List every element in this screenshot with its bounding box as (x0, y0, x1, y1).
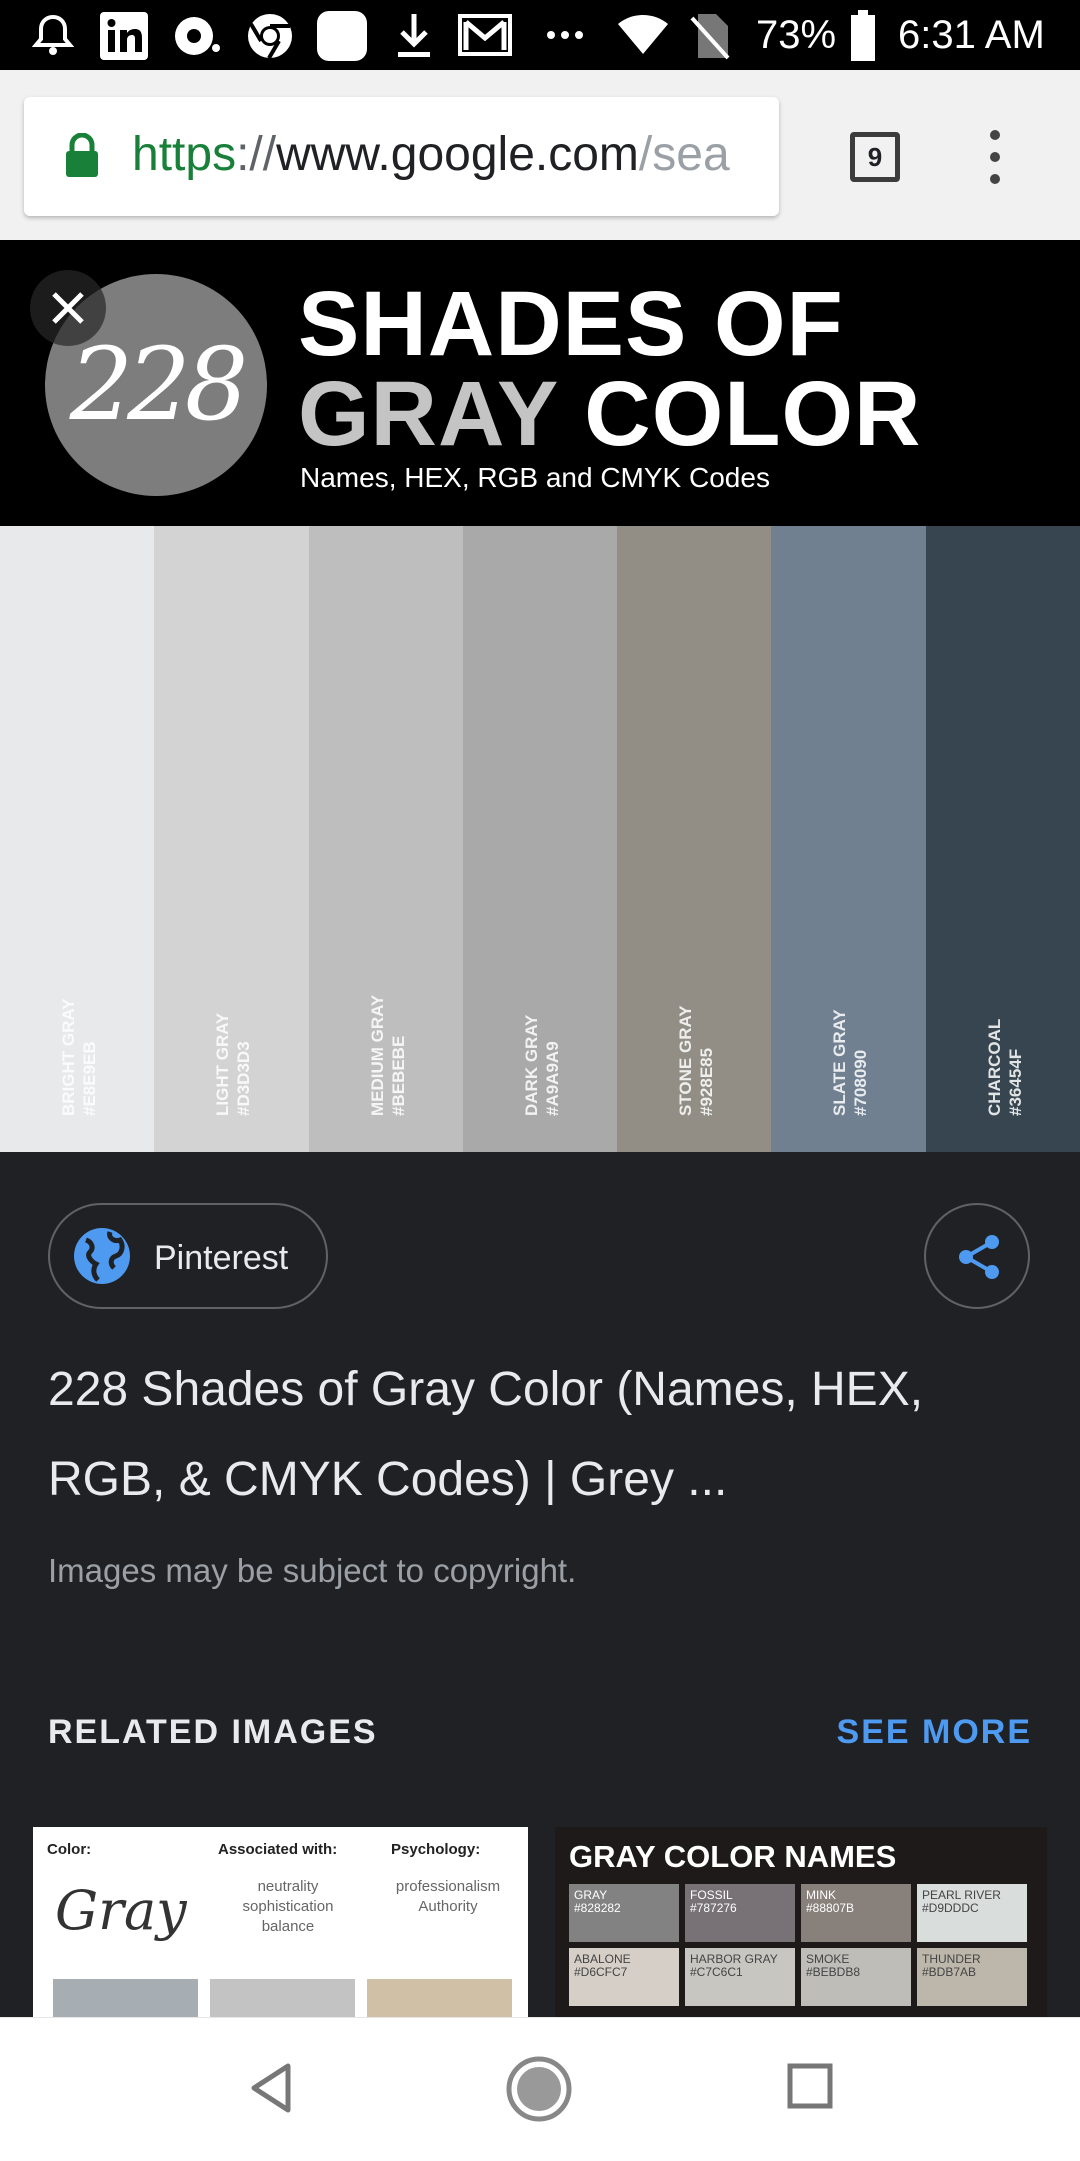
swatch-label: CHARCOAL #36454F (984, 1018, 1025, 1116)
notification-bell-icon (31, 14, 75, 55)
thumb-color-cell: HARBOR GRAY #C7C6C1 (685, 1948, 795, 2006)
swatch-label: LIGHT GRAY #D3D3D3 (213, 1012, 254, 1116)
source-name: Pinterest (154, 1239, 289, 1277)
url-host: www.google.com (276, 128, 639, 181)
swatch-dark-gray: DARK GRAY #A9A9A9 (462, 526, 618, 1152)
battery-icon (851, 10, 875, 61)
system-navigation-bar (0, 2017, 1080, 2161)
related-image-1[interactable]: Color: Associated with: Psychology: Gray… (33, 1827, 528, 2017)
download-icon (398, 14, 430, 57)
status-bar: 73% 6:31 AM (0, 0, 1080, 70)
thumb-color-cell: GRAY #828282 (569, 1884, 679, 1942)
no-sim-icon (690, 14, 730, 60)
swatch-label: MEDIUM GRAY #BEBEBE (367, 994, 408, 1116)
source-chip[interactable]: Pinterest (48, 1203, 328, 1309)
thumb-color-cell: SMOKE #BEBDB8 (801, 1948, 911, 2006)
thumb-color-cell: PEARL RIVER #D9DDDC (917, 1884, 1027, 1942)
swatch-medium-gray: MEDIUM GRAY #BEBEBE (308, 526, 463, 1152)
url-path: /sea (638, 128, 730, 181)
swatch-label: DARK GRAY #A9A9A9 (521, 1014, 562, 1116)
tab-switcher-button[interactable]: 9 (850, 132, 900, 182)
thumb-swatch (210, 1979, 355, 2017)
recents-icon[interactable] (786, 2062, 834, 2110)
thumb-swatch (53, 1979, 198, 2017)
swatch-charcoal: CHARCOAL #36454F (925, 526, 1080, 1152)
chrome-icon (248, 14, 292, 60)
title-gray-word: GRAY (298, 363, 558, 465)
url-text: https://www.google.com/sea (132, 127, 730, 182)
overflow-menu-icon[interactable] (980, 130, 1010, 190)
swatch-stone-gray: STONE GRAY #928E85 (617, 526, 772, 1152)
swatch-row: BRIGHT GRAY #E8E9EB LIGHT GRAY #D3D3D3 MED… (0, 526, 1080, 1152)
copyright-notice: Images may be subject to copyright. (48, 1552, 577, 1589)
app-icon (317, 11, 367, 61)
thumb-swatch (367, 1979, 512, 2017)
swatch-light-gray: LIGHT GRAY #D3D3D3 (154, 526, 309, 1152)
swatch-bright-gray: BRIGHT GRAY #E8E9EB (0, 526, 155, 1152)
back-icon[interactable] (246, 2060, 296, 2116)
share-icon (959, 1235, 999, 1279)
title-color-word: COLOR (584, 363, 922, 465)
swatch-label: BRIGHT GRAY #E8E9EB (59, 998, 99, 1116)
see-more-link[interactable]: SEE MORE (837, 1713, 1032, 1752)
image-title-line2: GRAY COLOR (298, 362, 921, 467)
wifi-icon (618, 15, 668, 54)
url-bar[interactable]: https://www.google.com/sea (24, 97, 779, 216)
home-icon[interactable] (506, 2056, 572, 2122)
browser-toolbar: https://www.google.com/sea 9 (0, 70, 1080, 240)
battery-percent: 73% (756, 13, 837, 57)
swatch-slate-gray: SLATE GRAY #708090 (771, 526, 926, 1152)
swatch-label: STONE GRAY #928E85 (676, 1005, 717, 1116)
lock-icon (66, 133, 98, 177)
close-button[interactable] (30, 270, 106, 346)
thumb-psych-text: professionalism Authority (395, 1878, 501, 1915)
linkedin-icon (100, 12, 148, 60)
cast-icon (175, 17, 220, 55)
thumb-title: GRAY COLOR NAMES (569, 1839, 897, 1874)
thumb-col-color: Color: (47, 1841, 92, 1858)
clock: 6:31 AM (898, 13, 1045, 57)
url-separator: :// (236, 128, 277, 181)
result-title[interactable]: 228 Shades of Gray Color (Names, HEX, RG… (48, 1345, 1038, 1525)
thumb-col-associated: Associated with: (218, 1841, 338, 1858)
image-banner: 228 SHADES OF GRAY COLOR Names, HEX, RGB… (0, 240, 1080, 526)
result-image[interactable]: 228 SHADES OF GRAY COLOR Names, HEX, RGB… (0, 240, 1080, 1152)
related-images-header: RELATED IMAGES (48, 1713, 378, 1751)
thumb-gray-script: Gray (55, 1879, 187, 1942)
url-scheme: https (132, 128, 237, 181)
thumb-color-cell: FOSSIL #787276 (685, 1884, 795, 1942)
globe-icon (74, 1228, 130, 1284)
thumb-assoc-text: neutrality sophistication balance (242, 1878, 334, 1935)
thumb-color-cell: MINK #88807B (801, 1884, 911, 1942)
swatch-label: SLATE GRAY #708090 (830, 1009, 871, 1116)
thumb-color-cell: ABALONE #D6CFC7 (569, 1948, 679, 2006)
thumb-color-cell: THUNDER #BDB7AB (917, 1948, 1027, 2006)
thumb-col-psychology: Psychology: (391, 1841, 481, 1858)
more-dots-icon (547, 31, 583, 39)
share-button[interactable] (924, 1203, 1030, 1309)
gmail-icon (458, 14, 512, 56)
close-icon (52, 292, 84, 324)
related-image-2[interactable]: GRAY COLOR NAMES GRAY #828282 FOSSIL #7872… (555, 1827, 1047, 2017)
image-subtitle: Names, HEX, RGB and CMYK Codes (300, 462, 770, 493)
